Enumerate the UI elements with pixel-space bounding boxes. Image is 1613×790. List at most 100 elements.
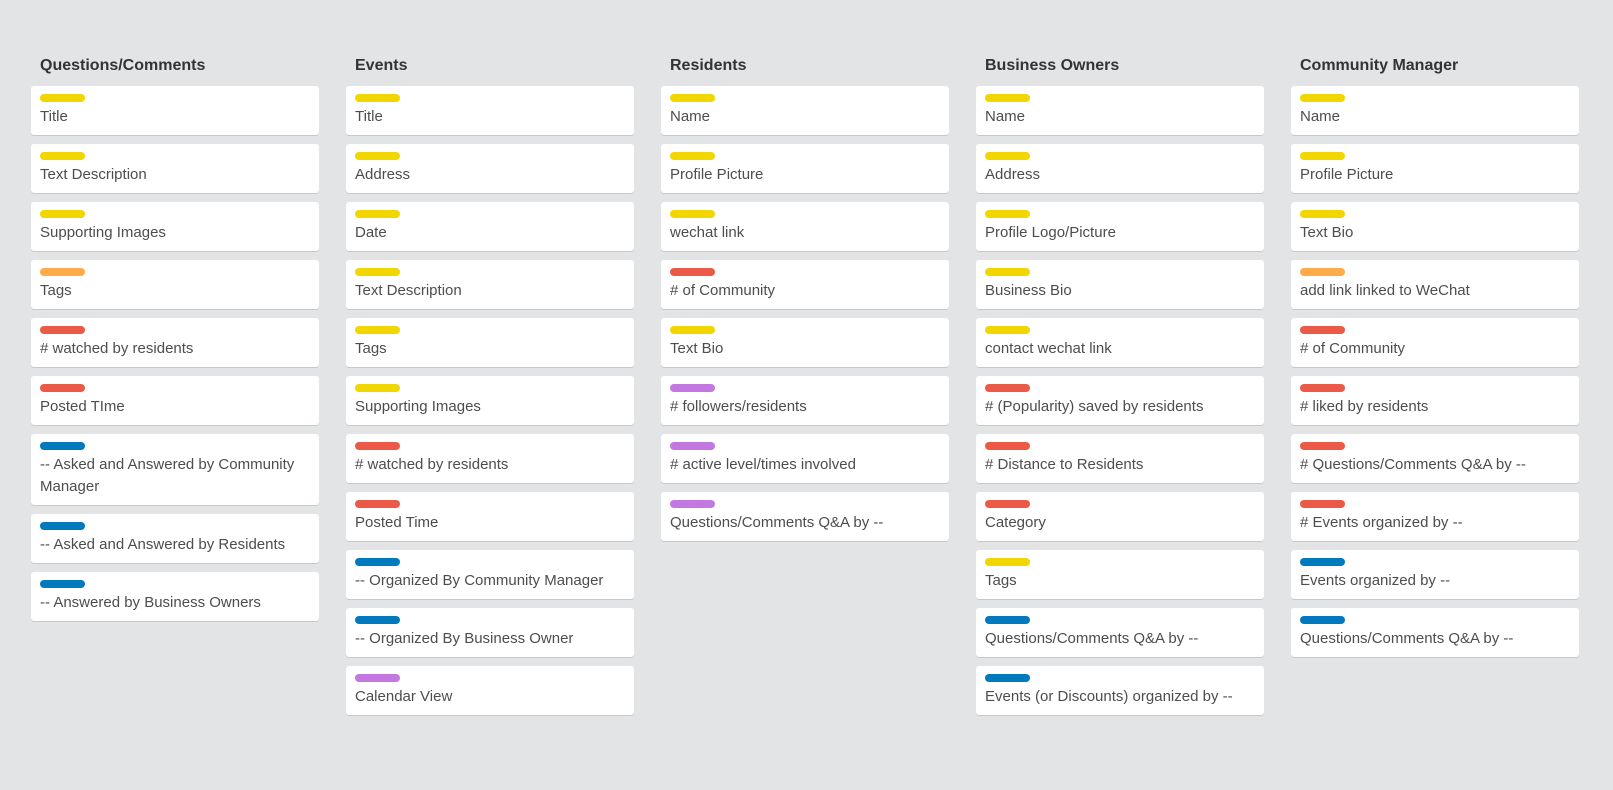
card-label-purple [670, 442, 715, 450]
card[interactable]: Title [346, 86, 634, 135]
card[interactable]: Tags [976, 550, 1264, 599]
card-label-yellow [1300, 210, 1345, 218]
card[interactable]: Address [976, 144, 1264, 193]
card-label-purple [670, 384, 715, 392]
card-label-red [1300, 326, 1345, 334]
card[interactable]: Tags [31, 260, 319, 309]
card[interactable]: Supporting Images [346, 376, 634, 425]
list-title[interactable]: Events [346, 46, 634, 86]
card-title: Supporting Images [40, 224, 166, 241]
card[interactable]: wechat link [661, 202, 949, 251]
card[interactable]: -- Asked and Answered by Residents [31, 514, 319, 563]
card-label-blue [40, 522, 85, 530]
card-title: Name [985, 108, 1026, 125]
card[interactable]: # Events organized by -- [1291, 492, 1579, 541]
card-title: Posted Time [355, 514, 439, 531]
card[interactable]: # Questions/Comments Q&A by -- [1291, 434, 1579, 483]
card-label-red [40, 384, 85, 392]
card-title: Address [985, 166, 1041, 183]
card-label-red [670, 268, 715, 276]
board: Questions/Comments Title Text Description S… [31, 46, 1579, 724]
card-label-purple [670, 500, 715, 508]
card[interactable]: Text Bio [1291, 202, 1579, 251]
card-title: Supporting Images [355, 398, 481, 415]
card[interactable]: # of Community [1291, 318, 1579, 367]
card[interactable]: Calendar View [346, 666, 634, 715]
card-title: -- Answered by Business Owners [40, 594, 261, 611]
card[interactable]: Questions/Comments Q&A by -- [1291, 608, 1579, 657]
list-title[interactable]: Questions/Comments [31, 46, 319, 86]
card[interactable]: -- Organized By Community Manager [346, 550, 634, 599]
card[interactable]: Date [346, 202, 634, 251]
card[interactable]: -- Answered by Business Owners [31, 572, 319, 621]
card-label-yellow [355, 268, 400, 276]
card[interactable]: Text Description [346, 260, 634, 309]
card-title: -- Organized By Community Manager [355, 572, 604, 589]
card-title: Category [985, 514, 1046, 531]
card-title: contact wechat link [985, 340, 1112, 357]
card[interactable]: # liked by residents [1291, 376, 1579, 425]
list-title[interactable]: Business Owners [976, 46, 1264, 86]
card[interactable]: # active level/times involved [661, 434, 949, 483]
list-title[interactable]: Community Manager [1291, 46, 1579, 86]
card[interactable]: # watched by residents [31, 318, 319, 367]
card-label-red [40, 326, 85, 334]
card-title: Profile Picture [670, 166, 764, 183]
card-label-yellow [1300, 94, 1345, 102]
card[interactable]: Business Bio [976, 260, 1264, 309]
card[interactable]: Questions/Comments Q&A by -- [976, 608, 1264, 657]
card-label-yellow [40, 210, 85, 218]
card-label-yellow [985, 558, 1030, 566]
card[interactable]: Profile Picture [661, 144, 949, 193]
card-label-red [1300, 442, 1345, 450]
card[interactable]: Title [31, 86, 319, 135]
card[interactable]: -- Organized By Business Owner [346, 608, 634, 657]
card-title: -- Organized By Business Owner [355, 630, 574, 647]
card-label-blue [1300, 616, 1345, 624]
card-title: Text Bio [1300, 224, 1354, 241]
card[interactable]: Posted Time [346, 492, 634, 541]
card-label-red [985, 384, 1030, 392]
card-title: Title [355, 108, 383, 125]
card[interactable]: Tags [346, 318, 634, 367]
card[interactable]: Profile Picture [1291, 144, 1579, 193]
card-title: Title [40, 108, 68, 125]
card-label-yellow [670, 210, 715, 218]
card-label-yellow [355, 210, 400, 218]
card[interactable]: Questions/Comments Q&A by -- [661, 492, 949, 541]
card-title: Name [670, 108, 711, 125]
card[interactable]: Text Description [31, 144, 319, 193]
card[interactable]: -- Asked and Answered by Community Manag… [31, 434, 319, 505]
card-title: Date [355, 224, 387, 241]
list-title[interactable]: Residents [661, 46, 949, 86]
card[interactable]: Name [661, 86, 949, 135]
card-title: # liked by residents [1300, 398, 1429, 415]
card[interactable]: contact wechat link [976, 318, 1264, 367]
card-title: Questions/Comments Q&A by -- [670, 514, 884, 531]
card[interactable]: Posted TIme [31, 376, 319, 425]
card[interactable]: Profile Logo/Picture [976, 202, 1264, 251]
card-title: Questions/Comments Q&A by -- [985, 630, 1199, 647]
card-title: wechat link [670, 224, 745, 241]
card[interactable]: Name [1291, 86, 1579, 135]
card[interactable]: # followers/residents [661, 376, 949, 425]
card[interactable]: add link linked to WeChat [1291, 260, 1579, 309]
card-label-blue [355, 558, 400, 566]
card-label-blue [985, 616, 1030, 624]
card[interactable]: Text Bio [661, 318, 949, 367]
card[interactable]: # Distance to Residents [976, 434, 1264, 483]
card[interactable]: Supporting Images [31, 202, 319, 251]
card-label-orange [40, 268, 85, 276]
card-title: Text Bio [670, 340, 724, 357]
card[interactable]: # (Popularity) saved by residents [976, 376, 1264, 425]
card[interactable]: # watched by residents [346, 434, 634, 483]
card[interactable]: Address [346, 144, 634, 193]
card[interactable]: Category [976, 492, 1264, 541]
card[interactable]: Events organized by -- [1291, 550, 1579, 599]
card-label-yellow [355, 94, 400, 102]
card-label-yellow [670, 326, 715, 334]
list-column: Events Title Address Date Text Description Ta… [346, 46, 634, 724]
card[interactable]: Events (or Discounts) organized by -- [976, 666, 1264, 715]
card[interactable]: Name [976, 86, 1264, 135]
card[interactable]: # of Community [661, 260, 949, 309]
